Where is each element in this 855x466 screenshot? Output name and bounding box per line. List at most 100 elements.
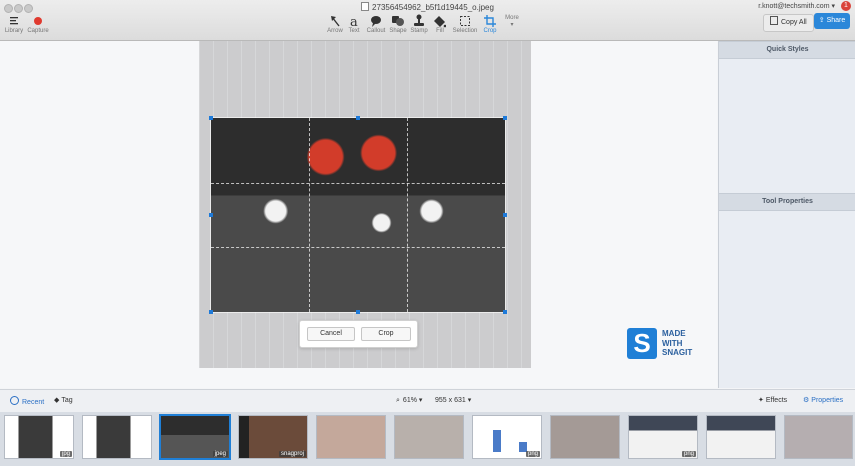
thumbnail-badge: png (681, 451, 696, 457)
crop-cancel-button[interactable]: Cancel (307, 327, 355, 341)
tool-shape-label: Shape (389, 28, 407, 34)
share-icon: ⇪ (818, 17, 825, 24)
thumbnail[interactable] (316, 415, 386, 459)
side-panel: Quick Styles Tool Properties (718, 41, 855, 388)
copy-all-button[interactable]: Copy All (763, 14, 814, 32)
thumbnail-badge: jpg (59, 451, 72, 457)
record-icon (34, 17, 42, 25)
text-a-icon: a (350, 15, 358, 28)
copy-all-label: Copy All (781, 19, 807, 26)
tool-selection[interactable]: Selection (451, 14, 479, 34)
tool-selection-label: Selection (452, 28, 478, 34)
gear-icon: ⚙ (803, 397, 810, 404)
notification-badge[interactable]: 1 (841, 1, 851, 11)
more-button[interactable]: More ▾ (503, 14, 521, 28)
tool-arrow[interactable]: Arrow (325, 14, 345, 34)
crop-handle-left[interactable] (209, 213, 213, 217)
effects-label: Effects (765, 397, 788, 404)
crop-handle-bottom-right[interactable] (503, 310, 507, 314)
thumbnail[interactable] (706, 415, 776, 459)
chevron-down-icon: ▾ (510, 22, 514, 28)
thumbnail[interactable] (550, 415, 620, 459)
thumbnail[interactable]: png (472, 415, 542, 459)
thumbnail[interactable] (394, 415, 464, 459)
watermark-text: MADE WITH SNAGIT (662, 329, 722, 358)
crop-handle-bottom-left[interactable] (209, 310, 213, 314)
watermark-line: MADE (662, 329, 686, 338)
tool-callout-label: Callout (366, 28, 386, 34)
library-button[interactable]: Library (3, 14, 25, 34)
snagit-logo-icon: S (627, 328, 657, 359)
crop-handle-top[interactable] (356, 116, 360, 120)
copy-icon (770, 16, 778, 25)
recent-button[interactable]: Recent (10, 396, 44, 406)
tag-label: Tag (61, 397, 73, 404)
tag-icon: ◆ (54, 397, 60, 404)
tool-callout[interactable]: Callout (364, 14, 388, 34)
file-icon (361, 2, 370, 11)
tool-crop-label: Crop (483, 28, 497, 34)
thumbnail[interactable] (784, 415, 853, 459)
selection-icon (460, 16, 470, 26)
share-button[interactable]: ⇪ Share (814, 13, 850, 29)
thumbnail-selected[interactable]: jpeg (159, 414, 231, 460)
crop-confirm-button[interactable]: Crop (361, 327, 411, 341)
crop-icon (484, 15, 496, 27)
thumbnail-badge: snagproj (278, 451, 306, 457)
tool-arrow-label: Arrow (327, 28, 343, 34)
crop-handle-right[interactable] (503, 213, 507, 217)
crop-confirm-bar: Cancel Crop (299, 320, 418, 348)
crop-grid-line (308, 118, 310, 312)
magnifier-icon: ⌕ (396, 397, 400, 404)
crop-grid-line (211, 247, 505, 249)
recent-captures-tray: jpg jpeg snagproj png png (0, 412, 855, 466)
watermark-line: SNAGIT (662, 348, 693, 357)
paint-bucket-icon (434, 16, 446, 28)
tag-button[interactable]: ◆ Tag (54, 396, 73, 404)
speech-bubble-icon (371, 16, 381, 27)
svg-text:a: a (350, 15, 358, 28)
thumbnail[interactable] (82, 415, 152, 459)
thumbnail[interactable]: jpg (4, 415, 74, 459)
zoom-control[interactable]: ⌕ 61% ▾ (396, 396, 422, 405)
tool-properties-header[interactable]: Tool Properties (719, 193, 855, 211)
zoom-value: 61% ▾ (402, 397, 423, 404)
shapes-icon (392, 16, 404, 26)
crop-selection[interactable] (211, 118, 505, 312)
crop-handle-bottom[interactable] (356, 310, 360, 314)
tool-text-label: Text (348, 28, 360, 34)
status-bar: Recent ◆ Tag ⌕ 61% ▾ 955 x 631 ▾ ✦ Effects … (0, 389, 855, 413)
editor-canvas[interactable]: Cancel Crop S MADE WITH SNAGIT (0, 41, 717, 388)
effects-button[interactable]: ✦ Effects (758, 396, 787, 404)
stamp-icon (414, 14, 424, 26)
tool-shape[interactable]: Shape (388, 14, 408, 34)
thumbnail-chart-bar (493, 430, 501, 452)
clock-icon (10, 396, 19, 405)
more-label: More (505, 15, 519, 21)
crop-handle-top-left[interactable] (209, 116, 213, 120)
library-label: Library (4, 28, 24, 34)
crop-grid-line (406, 118, 408, 312)
image-dimensions[interactable]: 955 x 631 ▾ (435, 396, 471, 404)
arrow-icon (331, 16, 340, 27)
crop-handle-top-right[interactable] (503, 116, 507, 120)
recent-label: Recent (22, 399, 45, 406)
tool-stamp[interactable]: Stamp (408, 14, 430, 34)
thumbnail[interactable]: png (628, 415, 698, 459)
tool-text[interactable]: a Text (345, 14, 363, 34)
magic-wand-icon: ✦ (758, 397, 764, 404)
account-menu[interactable]: r.knott@techsmith.com ▾ (758, 2, 835, 10)
thumbnail[interactable]: snagproj (238, 415, 308, 459)
tool-fill[interactable]: Fill (431, 14, 449, 34)
window-title-text: 27356454962_b5f1d19445_o.jpeg (372, 3, 494, 12)
quick-styles-header[interactable]: Quick Styles (719, 41, 855, 59)
watermark-line: WITH (662, 338, 683, 348)
thumbnail-badge: jpeg (212, 451, 228, 457)
properties-button[interactable]: ⚙ Properties (803, 396, 843, 404)
tool-fill-label: Fill (436, 28, 444, 34)
window-title: 27356454962_b5f1d19445_o.jpeg (0, 2, 855, 12)
crop-grid-line (211, 182, 505, 184)
tool-crop[interactable]: Crop (480, 14, 500, 34)
capture-button[interactable]: Capture (26, 14, 50, 34)
tool-stamp-label: Stamp (410, 28, 428, 34)
